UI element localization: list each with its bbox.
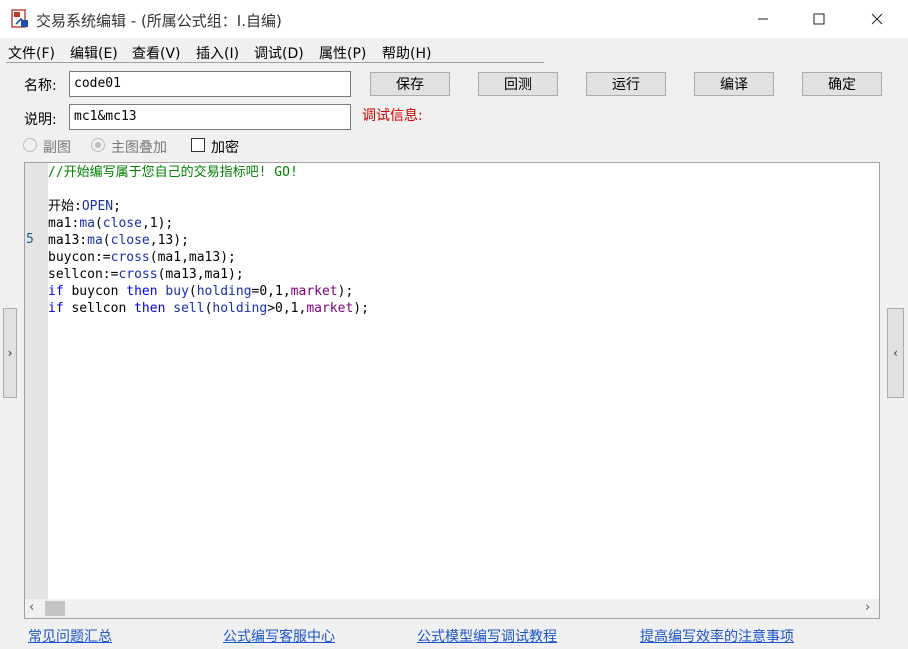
sub-chart-label: 副图 (43, 140, 71, 156)
code-token: ( (94, 216, 103, 231)
code-token: cross (110, 250, 150, 265)
code-token: cross (118, 267, 158, 282)
code-token: //开始编写属于您自己的交易指标吧! GO! (48, 165, 298, 180)
maximize-button[interactable] (790, 0, 848, 38)
encrypt-checkbox[interactable] (191, 138, 205, 152)
sub-chart-radio[interactable] (23, 138, 37, 152)
code-token: >0,1, (267, 301, 307, 316)
code-token: market (306, 301, 354, 316)
code-line[interactable]: sellcon:=cross(ma13,ma1); (48, 266, 369, 283)
right-panel-toggle[interactable]: ‹ (887, 308, 904, 398)
close-button[interactable] (848, 0, 906, 38)
left-panel-toggle[interactable]: › (3, 308, 17, 398)
code-token: sell (173, 301, 205, 316)
scroll-right-icon[interactable]: › (865, 600, 870, 615)
code-token: =0,1, (251, 284, 291, 299)
code-token: if (48, 301, 64, 316)
code-token: close (102, 216, 142, 231)
code-token: ( (188, 284, 197, 299)
code-line[interactable]: buycon:=cross(ma1,ma13); (48, 249, 369, 266)
description-input[interactable]: mc1&mc13 (69, 104, 351, 130)
code-token: holding (196, 284, 252, 299)
code-token: ,13); (149, 233, 189, 248)
scroll-left-icon[interactable]: ‹ (29, 600, 34, 615)
backtest-button[interactable]: 回测 (478, 72, 558, 96)
code-token: (ma13,ma1); (157, 267, 244, 282)
main-overlay-radio[interactable] (91, 138, 105, 152)
code-token: ,1); (141, 216, 174, 231)
code-token: sellcon:= (48, 267, 119, 282)
code-line[interactable]: //开始编写属于您自己的交易指标吧! GO! (48, 164, 369, 181)
code-line[interactable]: 开始:OPEN; (48, 198, 369, 215)
description-label: 说明: (24, 112, 57, 128)
name-input[interactable]: code01 (69, 71, 351, 97)
code-token: ma (79, 216, 95, 231)
code-token: then (126, 284, 158, 299)
horizontal-scrollbar[interactable]: ‹ › (25, 599, 879, 618)
code-token: ); (337, 284, 354, 299)
code-line[interactable]: ma1:ma(close,1); (48, 215, 369, 232)
code-token: 开始: (48, 199, 82, 214)
code-token: buy (165, 284, 189, 299)
efficiency-tips-link[interactable]: 提高编写效率的注意事项 (640, 626, 794, 646)
line-number: 5 (26, 232, 34, 247)
line-number-gutter: 5 (25, 163, 48, 599)
save-button[interactable]: 保存 (370, 72, 450, 96)
minimize-button[interactable] (734, 0, 792, 38)
code-token: ); (353, 301, 369, 316)
code-token: market (290, 284, 338, 299)
code-token: ma1: (48, 216, 80, 231)
code-token: sellcon (63, 301, 135, 316)
code-token: OPEN (81, 199, 114, 214)
code-token: then (134, 301, 166, 316)
name-label: 名称: (24, 78, 57, 94)
menu-view[interactable]: 查看(V) (132, 43, 181, 63)
code-token: (ma1,ma13); (149, 250, 236, 265)
encrypt-label: 加密 (211, 140, 239, 156)
code-line[interactable]: if sellcon then sell(holding>0,1,market)… (48, 300, 369, 317)
code-token: close (110, 233, 150, 248)
run-button[interactable]: 运行 (586, 72, 666, 96)
menu-file[interactable]: 文件(F) (8, 43, 55, 63)
compile-button[interactable]: 编译 (694, 72, 774, 96)
code-token: buycon (63, 284, 127, 299)
menu-edit[interactable]: 编辑(E) (70, 43, 118, 63)
code-area[interactable]: //开始编写属于您自己的交易指标吧! GO! 开始:OPEN; ma1:ma(cl… (48, 164, 369, 317)
faq-link[interactable]: 常见问题汇总 (28, 626, 112, 646)
service-center-link[interactable]: 公式编写客服中心 (223, 626, 335, 646)
scrollbar-thumb[interactable] (45, 601, 65, 616)
minimize-icon (758, 18, 768, 20)
window-title: 交易系统编辑 - (所属公式组：I.自编) (36, 12, 282, 30)
menu-properties[interactable]: 属性(P) (319, 43, 366, 63)
code-line[interactable] (48, 181, 369, 198)
code-token: ma (87, 233, 103, 248)
code-token: ma13: (48, 233, 88, 248)
code-token: buycon:= (48, 250, 111, 265)
menu-help[interactable]: 帮助(H) (382, 43, 431, 63)
code-line[interactable]: if buycon then buy(holding=0,1,market); (48, 283, 369, 300)
debug-info-label: 调试信息: (362, 108, 423, 124)
code-token: if (48, 284, 64, 299)
maximize-icon (813, 13, 825, 25)
code-line[interactable]: ma13:ma(close,13); (48, 232, 369, 249)
code-token: ( (102, 233, 111, 248)
code-editor[interactable]: 5 //开始编写属于您自己的交易指标吧! GO! 开始:OPEN; ma1:ma(… (24, 162, 880, 619)
chevron-left-icon: ‹ (893, 346, 898, 360)
menu-debug[interactable]: 调试(D) (254, 43, 304, 63)
tutorial-link[interactable]: 公式模型编写调试教程 (417, 626, 557, 646)
main-overlay-label: 主图叠加 (111, 140, 167, 156)
app-icon (10, 9, 30, 29)
close-icon (871, 13, 883, 25)
confirm-button[interactable]: 确定 (802, 72, 882, 96)
chevron-right-icon: › (7, 346, 13, 360)
menu-separator (6, 62, 544, 63)
menu-insert[interactable]: 插入(I) (196, 43, 239, 63)
code-token: ; (113, 199, 121, 214)
code-token: holding (212, 301, 268, 316)
